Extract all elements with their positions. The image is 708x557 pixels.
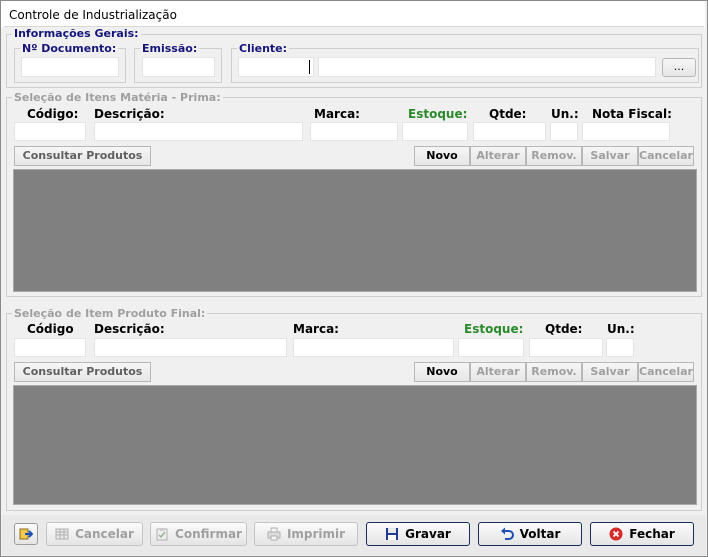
exit-arrow-icon	[19, 527, 34, 541]
produto-salvar-button[interactable]: Salvar	[582, 362, 638, 382]
produto-novo-button[interactable]: Novo	[414, 362, 470, 382]
doc-label: Nº Documento:	[20, 42, 119, 55]
text-cursor	[309, 60, 310, 74]
produto-alterar-button[interactable]: Alterar	[470, 362, 526, 382]
emissao-input[interactable]	[142, 57, 215, 77]
cliente-label: Cliente:	[237, 42, 290, 55]
info-legend: Informações Gerais:	[12, 27, 141, 40]
produto-codigo-label: Código	[27, 322, 74, 336]
floppy-disk-icon	[385, 527, 399, 541]
produto-qtde-input[interactable]	[529, 338, 603, 357]
cancelar-button[interactable]: Cancelar	[46, 522, 143, 546]
cliente-code-input[interactable]	[238, 57, 314, 77]
materia-nota-input[interactable]	[582, 122, 670, 141]
produto-legend: Seleção de Item Produto Final:	[12, 307, 208, 320]
cliente-browse-button[interactable]: ...	[662, 58, 696, 77]
materia-estoque-label: Estoque:	[408, 107, 468, 121]
imprimir-button[interactable]: Imprimir	[254, 522, 358, 546]
gravar-button[interactable]: Gravar	[366, 522, 470, 546]
produto-marca-label: Marca:	[293, 322, 339, 336]
produto-un-input[interactable]	[606, 338, 634, 357]
materia-salvar-button[interactable]: Salvar	[582, 146, 638, 166]
cancelar-label: Cancelar	[75, 527, 134, 541]
imprimir-label: Imprimir	[286, 527, 346, 541]
produto-remov-button[interactable]: Remov.	[526, 362, 582, 382]
cliente-name-input[interactable]	[318, 57, 656, 77]
materia-estoque-input[interactable]	[402, 122, 468, 141]
emissao-label: Emissão:	[140, 42, 200, 55]
produto-estoque-input[interactable]	[458, 338, 524, 357]
printer-icon	[267, 527, 281, 541]
window-title: Controle de Industrialização	[1, 1, 705, 27]
materia-consultar-button[interactable]: Consultar Produtos	[14, 146, 151, 166]
clipboard-check-icon	[155, 527, 169, 541]
produto-cancelar-button[interactable]: Cancelar	[638, 362, 694, 382]
produto-descricao-label: Descrição:	[94, 322, 165, 336]
produto-codigo-input[interactable]	[14, 338, 86, 357]
confirmar-label: Confirmar	[175, 527, 242, 541]
materia-un-label: Un.:	[551, 107, 579, 121]
produto-marca-input[interactable]	[293, 338, 454, 357]
produto-estoque-label: Estoque:	[464, 322, 524, 336]
fechar-label: Fechar	[629, 527, 675, 541]
materia-codigo-label: Código:	[27, 107, 79, 121]
materia-un-input[interactable]	[550, 122, 578, 141]
produto-items-grid[interactable]	[13, 385, 697, 505]
doc-input[interactable]	[21, 57, 119, 77]
produto-qtde-label: Qtde:	[545, 322, 583, 336]
materia-novo-button[interactable]: Novo	[414, 146, 470, 166]
materia-legend: Seleção de Itens Matéria - Prima:	[12, 91, 223, 104]
materia-descricao-input[interactable]	[94, 122, 303, 141]
materia-nota-label: Nota Fiscal:	[592, 107, 672, 121]
confirmar-button[interactable]: Confirmar	[150, 522, 247, 546]
voltar-label: Voltar	[519, 527, 561, 541]
fechar-button[interactable]: Fechar	[590, 522, 694, 546]
close-circle-icon	[609, 527, 623, 541]
materia-marca-label: Marca:	[314, 107, 360, 121]
materia-cancelar-button[interactable]: Cancelar	[638, 146, 694, 166]
materia-alterar-button[interactable]: Alterar	[470, 146, 526, 166]
table-icon	[55, 527, 69, 541]
materia-descricao-label: Descrição:	[94, 107, 165, 121]
gravar-label: Gravar	[405, 527, 451, 541]
materia-remov-button[interactable]: Remov.	[526, 146, 582, 166]
undo-arrow-icon	[500, 527, 514, 541]
produto-un-label: Un.:	[607, 322, 635, 336]
materia-items-grid[interactable]	[13, 169, 697, 292]
materia-marca-input[interactable]	[310, 122, 398, 141]
materia-qtde-input[interactable]	[473, 122, 546, 141]
exit-arrow-button[interactable]	[14, 523, 38, 545]
produto-consultar-button[interactable]: Consultar Produtos	[14, 362, 151, 382]
voltar-button[interactable]: Voltar	[478, 522, 582, 546]
produto-descricao-input[interactable]	[94, 338, 287, 357]
materia-qtde-label: Qtde:	[489, 107, 527, 121]
materia-codigo-input[interactable]	[14, 122, 86, 141]
